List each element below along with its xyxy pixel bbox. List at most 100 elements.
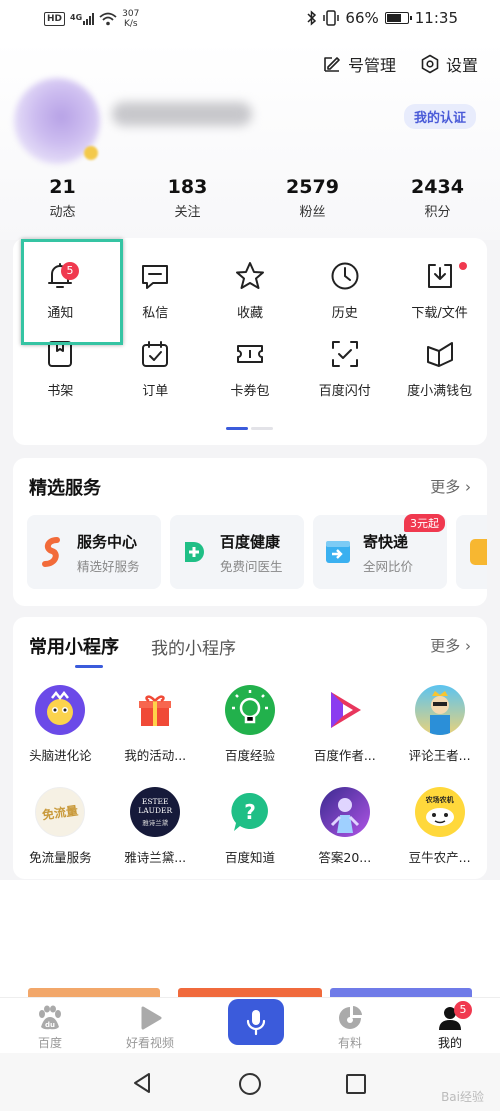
mini-program-item[interactable]: 农场农机 豆牛农产...	[392, 787, 487, 877]
ticket-icon	[236, 345, 263, 363]
page-indicator	[226, 427, 273, 430]
order-icon	[142, 341, 169, 367]
mini-program-item[interactable]: 百度作者...	[297, 685, 392, 775]
answer-2020-icon	[319, 787, 370, 837]
tab-label: 我的	[437, 1036, 462, 1050]
mini-program-item[interactable]: ESTEE LAUDER 雅诗兰黛 雅诗兰黛...	[108, 787, 203, 877]
express-card[interactable]: 寄快递 全网比价 3元起	[313, 514, 447, 589]
tab-frequent-mini-programs[interactable]: 常用小程序	[29, 633, 119, 659]
settings-button[interactable]: 设置	[420, 52, 478, 76]
mini-program-label: 雅诗兰黛...	[124, 850, 187, 865]
hd-indicator: HD	[44, 12, 66, 26]
author-play-icon	[319, 685, 370, 735]
estee-lauder-icon: ESTEE LAUDER 雅诗兰黛	[130, 787, 181, 837]
tab-baidu[interactable]: du 百度	[0, 998, 100, 1053]
gift-icon	[130, 685, 181, 735]
stat-value: 2434	[411, 176, 464, 198]
youliao-icon	[339, 1006, 362, 1029]
wifi-icon	[99, 12, 117, 26]
comment-king-icon	[414, 685, 465, 735]
download-red-dot	[459, 262, 468, 270]
tool-coupons[interactable]: 卡券包	[203, 336, 298, 416]
stat-label: 关注	[174, 205, 201, 220]
stat-posts[interactable]: 21 动态	[0, 176, 125, 220]
tab-label: 好看视频	[125, 1036, 174, 1050]
mini-program-item[interactable]: 答案20...	[297, 787, 392, 877]
stats-row: 21 动态 183 关注 2579 粉丝 2434 积分	[0, 176, 500, 220]
tab-my-mini-programs[interactable]: 我的小程序	[151, 634, 236, 659]
service-center-card[interactable]: 服务中心 精选好服务	[27, 515, 161, 589]
tab-mine[interactable]: 5 我的	[400, 998, 500, 1053]
mini-program-label: 头脑进化论	[29, 748, 92, 763]
my-certification-button[interactable]: 我的认证	[403, 104, 476, 129]
svg-text:?: ?	[244, 800, 256, 824]
avatar-level-badge	[84, 146, 98, 160]
download-icon	[427, 264, 452, 288]
tool-label: 卡券包	[230, 384, 270, 399]
tool-bookshelf[interactable]: 书架	[13, 336, 108, 416]
tool-baidu-pay[interactable]: 百度闪付	[297, 336, 392, 416]
tab-voice-search[interactable]	[200, 998, 300, 1053]
back-icon[interactable]	[132, 1072, 152, 1094]
services-more-link[interactable]: 更多 ›	[430, 476, 471, 497]
home-icon[interactable]	[238, 1072, 262, 1096]
service-title: 服务中心	[77, 533, 138, 551]
account-management-label: 号管理	[348, 56, 397, 75]
watermark: Bai经验	[441, 1090, 484, 1104]
tab-label: 有料	[337, 1036, 362, 1050]
tool-label: 订单	[142, 384, 169, 399]
voice-search-button[interactable]	[228, 999, 284, 1045]
account-management-button[interactable]: 号管理	[322, 52, 396, 76]
baidu-paw-icon: du	[39, 1005, 61, 1030]
mini-program-item[interactable]: 评论王者...	[392, 685, 487, 775]
mini-program-label: 我的活动...	[124, 748, 187, 763]
mini-program-item[interactable]: 免流量 免流量服务	[13, 787, 108, 877]
mini-program-label: 百度经验	[224, 748, 275, 763]
stat-label: 积分	[424, 205, 451, 220]
tool-wallet[interactable]: 度小满钱包	[392, 336, 487, 416]
profile-header: 号管理 设置 我的认证 21 动态 183 关注 2579 粉丝 2434 积分	[0, 40, 500, 240]
brain-evolution-icon	[35, 685, 86, 735]
lightbulb-icon	[224, 685, 275, 735]
tool-history[interactable]: 历史	[297, 248, 392, 328]
tab-haokan-video[interactable]: 好看视频	[100, 998, 200, 1053]
stat-fans[interactable]: 2579 粉丝	[250, 176, 375, 220]
stat-label: 动态	[49, 205, 76, 220]
tool-label: 度小满钱包	[407, 384, 473, 399]
promo-tag: 3元起	[404, 514, 445, 532]
stat-value: 21	[49, 176, 76, 198]
tool-downloads[interactable]: 下载/文件	[392, 248, 487, 328]
service-center-icon	[42, 537, 60, 567]
baidu-health-card[interactable]: 百度健康 免费问医生	[170, 515, 304, 589]
douniu-farm-icon: 农场农机	[414, 787, 465, 837]
feed-area	[0, 880, 500, 998]
recents-icon[interactable]	[345, 1073, 367, 1095]
mini-program-item[interactable]: 百度经验	[203, 685, 298, 775]
tab-label: 百度	[37, 1036, 62, 1050]
battery-icon	[384, 12, 412, 24]
mini-programs-more-link[interactable]: 更多 ›	[430, 635, 471, 656]
mine-tab-badge: 5	[454, 1001, 472, 1019]
express-box-icon	[326, 541, 350, 563]
partial-service-icon	[470, 539, 487, 565]
tool-orders[interactable]: 订单	[108, 336, 203, 416]
mini-programs-card: 常用小程序 我的小程序 更多 › 头脑进化论 我的活动... 百度经验 百度作者…	[13, 617, 487, 879]
tool-label: 私信	[142, 306, 169, 321]
mini-program-item[interactable]: 我的活动...	[108, 685, 203, 775]
stat-following[interactable]: 183 关注	[125, 176, 250, 220]
mini-program-item[interactable]: ? 百度知道	[203, 787, 298, 877]
health-icon	[185, 542, 204, 562]
tab-youliao[interactable]: 有料	[300, 998, 400, 1053]
tool-label: 百度闪付	[318, 384, 371, 399]
free-data-icon: 免流量	[35, 787, 86, 837]
mini-program-label: 评论王者...	[408, 748, 471, 763]
service-card-partial[interactable]	[456, 515, 487, 589]
stat-points[interactable]: 2434 积分	[375, 176, 500, 220]
mini-program-label: 免流量服务	[29, 850, 92, 865]
tool-favorites[interactable]: 收藏	[203, 248, 298, 328]
username-blurred[interactable]	[112, 102, 252, 126]
system-navigation-bar: Bai经验	[0, 1053, 500, 1111]
service-subtitle: 全网比价	[363, 559, 414, 574]
mini-program-label: 百度知道	[224, 850, 275, 865]
mini-program-item[interactable]: 头脑进化论	[13, 685, 108, 775]
